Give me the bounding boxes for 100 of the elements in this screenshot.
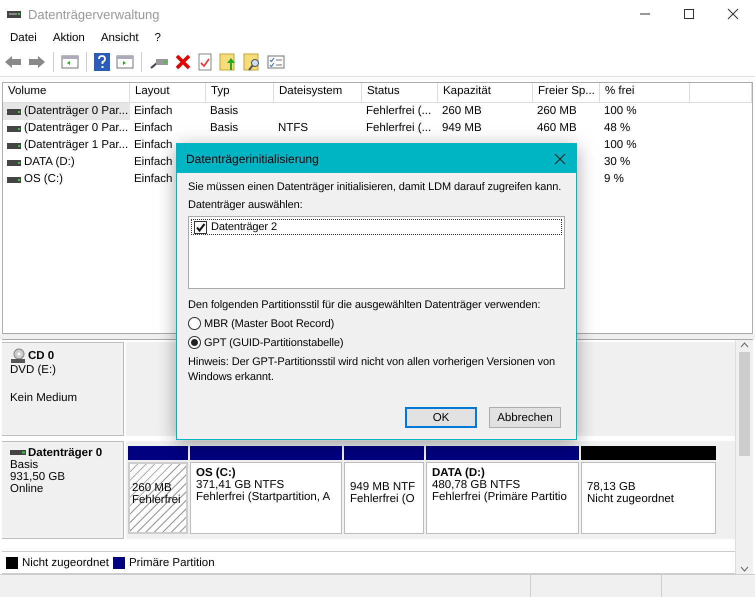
scroll-up-icon[interactable] [740,342,749,348]
radio-button[interactable] [188,336,201,349]
table-cell-text: Einfach [134,121,172,136]
column-header[interactable]: Layout [130,83,206,102]
volume-cell[interactable]: DATA (D:) [3,154,130,171]
table-cell-text: 30 % [604,155,630,170]
disk-info: Basis [10,459,40,471]
partition-info: 949 MB NTF [350,481,416,493]
table-cell-text: 9 % [604,172,624,187]
help-icon[interactable] [94,53,110,71]
disk-label-panel[interactable]: CD 0 DVD (E:) Kein Medium [2,342,124,436]
column-header[interactable]: Volume [3,83,130,102]
legend-label: Nicht zugeordnet [22,556,109,568]
drive-icon [7,142,21,148]
disk-info: DVD (E:) [10,364,57,376]
disk-info: Online [10,483,44,495]
cancel-button[interactable]: Abbrechen [489,407,561,428]
drive-icon [7,126,21,132]
volume-cell[interactable]: (Datenträger 1 Par... [3,137,130,154]
close-icon[interactable] [554,152,566,164]
list-item[interactable]: Datenträger 2 [211,221,277,233]
delete-icon[interactable] [175,54,191,70]
table-cell-text: Einfach [134,138,172,153]
column-header[interactable]: Typ [206,83,274,102]
dialog-message: Sie müssen einen Datenträger initialisieren, damit LDM darauf zugreifen kann. [188,181,562,193]
partition-block[interactable]: OS (C:) 371,41 GB NTFS Fehlerfrei (Startpartition, A [190,462,342,534]
table-cell-text: Fehlerfrei (... [366,121,432,136]
menu-item[interactable]: ? [148,32,167,44]
menu-item[interactable]: Aktion [46,32,91,44]
dialog-title: Datenträgerinitialisierung [186,152,320,166]
menu-item[interactable]: Datei [4,32,43,44]
check-icon [195,222,206,232]
table-cell-text: 949 MB [442,121,482,136]
table-cell-text: Einfach [134,104,172,119]
disk-name: Datenträger 0 [28,447,102,459]
partition-block[interactable]: 78,13 GB Nicht zugeordnet [581,462,716,534]
field-label: Datenträger auswählen: [188,199,304,211]
volume-cell[interactable]: (Datenträger 0 Par... [3,120,130,137]
radio-label[interactable]: MBR (Master Boot Record) [204,318,334,330]
partition-info: Nicht zugeordnet [587,493,675,505]
hint-text: Hinweis: Der GPT-Partitionsstil wird nicht von allen vorherigen Versionen von Windows erkannt. [188,355,556,385]
partition-info: Fehlerfrei (Startpartition, A [196,491,332,503]
pane-icon[interactable] [61,54,79,70]
close-icon[interactable] [727,8,739,20]
menu-item[interactable]: Ansicht [94,32,145,44]
column-header[interactable]: % frei [600,83,690,102]
scrollbar[interactable] [735,340,753,574]
table-cell-text: 460 MB [537,121,577,136]
table-cell-text: 48 % [604,121,630,136]
column-header[interactable]: Kapazität [438,83,533,102]
table-cell-text: NTFS [278,121,308,136]
ok-button[interactable]: OK [405,407,477,428]
table-cell-text: 100 % [604,138,637,153]
column-header[interactable]: Status [362,83,438,102]
legend-label: Primäre Partition [128,556,215,568]
partition-info: 480,78 GB NTFS [432,479,522,491]
column-header[interactable]: Dateisystem [274,83,362,102]
table-cell-text: Basis [210,104,238,119]
forward-arrow-icon[interactable] [28,54,46,70]
partition-info: Fehlerfrei [132,494,182,506]
drive-icon [7,108,21,114]
properties-icon[interactable] [197,53,213,71]
drive-icon [7,160,21,166]
partition-info: Fehlerfrei (O [350,493,416,505]
table-cell-text: Fehlerfrei (... [366,104,432,119]
pane-icon[interactable] [116,54,134,70]
radio-button[interactable] [188,317,201,330]
disk-info: 931,50 GB [10,471,66,483]
table-cell-text: Einfach [134,172,172,187]
partition-block[interactable]: 949 MB NTF Fehlerfrei (O [344,462,424,534]
checkbox[interactable] [194,220,207,234]
disk-label-panel[interactable]: Datenträger 0 Basis 931,50 GB Online [2,441,124,539]
partition-info: Fehlerfrei (Primäre Partitio [432,491,568,503]
volume-cell[interactable]: OS (C:) [3,171,130,188]
maximize-icon[interactable] [683,8,695,20]
drive-icon [7,176,21,182]
scroll-down-icon[interactable] [740,566,749,572]
field-label: Den folgenden Partitionsstil für die ausgewählten Datenträger verwenden: [188,299,542,311]
table-cell-text: Einfach [134,155,172,170]
volume-cell[interactable]: (Datenträger 0 Par... [3,103,130,120]
partition-title: OS (C:) [196,467,237,479]
partition-info: 78,13 GB [587,481,637,493]
folder-search-icon[interactable] [243,53,261,71]
disk-info: Kein Medium [10,392,78,404]
disk-name: CD 0 [28,350,54,362]
partition-info: 371,41 GB NTFS [196,479,286,491]
table-cell-text: Basis [210,121,238,136]
drive-icon [10,449,26,457]
checklist-icon[interactable] [267,55,285,69]
table-cell-text: 260 MB [442,104,482,119]
folder-up-icon[interactable] [219,53,237,71]
partition-block[interactable]: DATA (D:) 480,78 GB NTFS Fehlerfrei (Primäre Partitio [426,462,579,534]
back-arrow-icon[interactable] [4,54,22,70]
radio-label[interactable]: GPT (GUID-Partitionstabelle) [204,336,344,348]
partition-info: 260 MB [132,482,173,494]
disk-list[interactable]: Datenträger 2 [188,216,565,289]
cd-drive-icon [10,348,26,364]
partition-block[interactable]: 260 MB Fehlerfrei [128,462,188,534]
table-cell-text: 100 % [604,104,637,119]
column-header[interactable]: Freier Sp... [533,83,600,102]
